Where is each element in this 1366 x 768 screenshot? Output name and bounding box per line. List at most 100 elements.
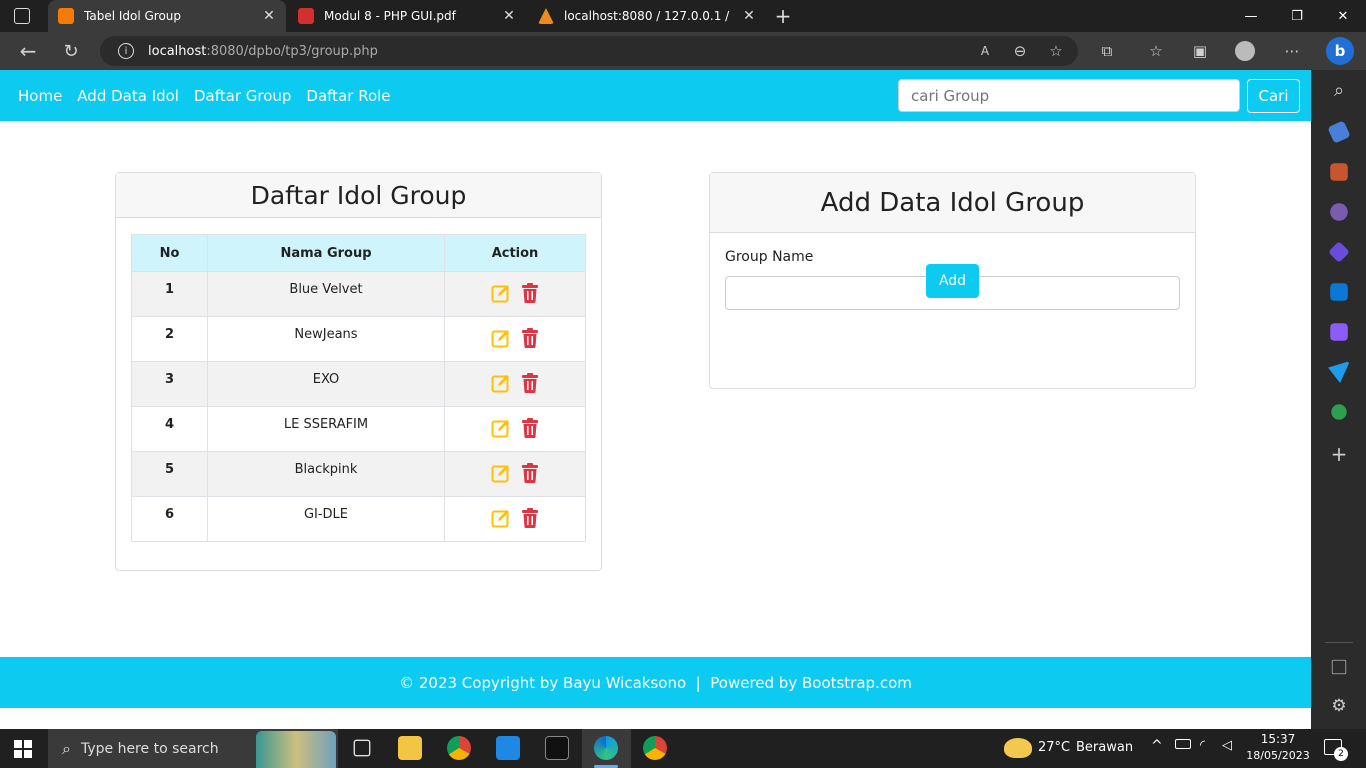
- group-name-label: Group Name: [725, 249, 814, 265]
- sidebar-settings-icon[interactable]: ⚙: [1328, 695, 1350, 717]
- taskbar-search-placeholder: Type here to search: [80, 740, 219, 757]
- start-button-icon[interactable]: [14, 740, 32, 758]
- delete-icon[interactable]: [521, 418, 539, 442]
- edit-icon[interactable]: [491, 328, 511, 352]
- tab-title: localhost:8080 / 127.0.0.1 / db_tp: [564, 9, 732, 23]
- sidebar-search-icon[interactable]: ⌕: [1328, 80, 1350, 102]
- refresh-icon[interactable]: ↻: [61, 41, 81, 62]
- sidebar-office-icon[interactable]: [1328, 241, 1350, 263]
- zoom-out-icon[interactable]: ⊖: [1010, 41, 1030, 61]
- search-input[interactable]: [898, 79, 1240, 112]
- delete-icon[interactable]: [521, 508, 539, 532]
- weather-temperature[interactable]: 27°C: [1038, 740, 1070, 755]
- notification-badge: 2: [1334, 747, 1348, 761]
- sidebar-tree-icon[interactable]: [1331, 404, 1347, 420]
- sidebar-outlook-icon[interactable]: [1330, 283, 1348, 301]
- file-explorer-icon[interactable]: [398, 736, 422, 760]
- tab-phpmyadmin[interactable]: localhost:8080 / 127.0.0.1 / db_tp ✕: [528, 0, 766, 32]
- group-table: No Nama Group Action 1 Blue Velvet 2 NewJea…: [131, 234, 586, 542]
- chrome-profile-icon[interactable]: [643, 736, 667, 760]
- weather-icon[interactable]: [1004, 738, 1032, 758]
- tab-title: Modul 8 - PHP GUI.pdf: [324, 9, 456, 23]
- back-icon[interactable]: ←: [18, 39, 38, 63]
- restore-icon[interactable]: ❐: [1274, 0, 1320, 32]
- more-menu-icon[interactable]: ⋯: [1282, 41, 1302, 61]
- edit-icon[interactable]: [491, 463, 511, 487]
- search-button[interactable]: Cari: [1247, 79, 1300, 113]
- edit-icon[interactable]: [491, 373, 511, 397]
- sidebar-games-icon[interactable]: [1330, 203, 1348, 221]
- search-highlight-image: [256, 731, 336, 768]
- xampp-favicon-icon: [58, 8, 74, 24]
- column-header-nama-group: Nama Group: [207, 234, 445, 272]
- terminal-icon[interactable]: [545, 736, 569, 760]
- edit-icon[interactable]: [491, 283, 511, 307]
- browser-tab-bar: Tabel Idol Group ✕ Modul 8 - PHP GUI.pdf…: [0, 0, 1366, 32]
- tab-actions-icon[interactable]: [14, 8, 30, 24]
- table-row: 4 LE SSERAFIM: [131, 406, 586, 452]
- extensions-icon[interactable]: ⧉: [1097, 41, 1117, 61]
- sidebar-designer-icon[interactable]: [1330, 323, 1348, 341]
- favorites-icon[interactable]: ☆: [1146, 41, 1166, 61]
- delete-icon[interactable]: [521, 373, 539, 397]
- delete-icon[interactable]: [521, 463, 539, 487]
- cell-group-name: Blackpink: [207, 451, 445, 497]
- nav-link-daftar-role[interactable]: Daftar Role: [306, 87, 390, 105]
- sidebar-shopping-icon[interactable]: [1327, 120, 1351, 144]
- site-info-icon[interactable]: i: [118, 43, 134, 59]
- tab-tabel-idol-group[interactable]: Tabel Idol Group ✕: [48, 0, 286, 32]
- edge-icon[interactable]: [594, 736, 618, 760]
- edit-icon[interactable]: [491, 508, 511, 532]
- close-tab-icon[interactable]: ✕: [262, 8, 276, 24]
- sidebar-divider: [1325, 642, 1353, 643]
- url-path: :8080/dpbo/tp3/group.php: [206, 43, 378, 59]
- volume-icon[interactable]: ◁: [1222, 738, 1232, 753]
- add-favorite-icon[interactable]: ☆: [1046, 41, 1066, 61]
- cell-group-name: NewJeans: [207, 316, 445, 362]
- add-button[interactable]: Add: [926, 264, 979, 298]
- close-tab-icon[interactable]: ✕: [742, 8, 756, 24]
- nav-link-home[interactable]: Home: [18, 87, 62, 105]
- close-tab-icon[interactable]: ✕: [502, 8, 516, 24]
- battery-icon[interactable]: [1175, 739, 1191, 749]
- sidebar-add-icon[interactable]: +: [1328, 443, 1350, 465]
- profile-avatar[interactable]: [1235, 41, 1255, 61]
- table-row: 3 EXO: [131, 361, 586, 407]
- minimize-icon[interactable]: —: [1228, 0, 1274, 32]
- cell-no: 6: [131, 496, 208, 542]
- clock-date[interactable]: 18/05/2023: [1244, 749, 1312, 762]
- cell-action: [444, 451, 586, 497]
- tab-modul-pdf[interactable]: Modul 8 - PHP GUI.pdf ✕: [288, 0, 526, 32]
- form-card-title: Add Data Idol Group: [710, 173, 1195, 233]
- chrome-icon[interactable]: [447, 736, 471, 760]
- weather-condition[interactable]: Berawan: [1076, 740, 1133, 755]
- read-aloud-icon[interactable]: A: [975, 41, 995, 61]
- url-bar[interactable]: i localhost:8080/dpbo/tp3/group.php: [100, 36, 1078, 66]
- table-row: 5 Blackpink: [131, 451, 586, 497]
- delete-icon[interactable]: [521, 283, 539, 307]
- url-host: localhost: [148, 43, 207, 59]
- sidebar-hide-icon[interactable]: [1331, 659, 1347, 675]
- cell-group-name: LE SSERAFIM: [207, 406, 445, 452]
- window-close-icon[interactable]: ✕: [1320, 0, 1366, 32]
- nav-link-add-data-idol[interactable]: Add Data Idol: [77, 87, 179, 105]
- collections-icon[interactable]: ▣: [1190, 41, 1210, 61]
- windows-taskbar: ⌕ Type here to search 27°C Berawan ^ ◜ ◁…: [0, 729, 1366, 768]
- clock-time[interactable]: 15:37: [1249, 732, 1307, 746]
- task-view-icon[interactable]: [353, 739, 371, 757]
- sidebar-send-icon[interactable]: [1328, 361, 1350, 383]
- edit-icon[interactable]: [491, 418, 511, 442]
- hidden-icons-chevron-icon[interactable]: ^: [1151, 738, 1163, 754]
- phpmyadmin-favicon-icon: [538, 8, 554, 24]
- cell-no: 3: [131, 361, 208, 407]
- nav-link-daftar-group[interactable]: Daftar Group: [194, 87, 291, 105]
- delete-icon[interactable]: [521, 328, 539, 352]
- new-tab-icon[interactable]: +: [772, 4, 794, 28]
- sidebar-tools-icon[interactable]: [1330, 163, 1348, 181]
- footer-text: © 2023 Copyright by Bayu Wicaksono | Pow…: [399, 673, 912, 692]
- taskbar-search-icon: ⌕: [62, 738, 71, 758]
- wifi-icon[interactable]: ◜: [1200, 738, 1205, 753]
- bing-chat-icon[interactable]: b: [1326, 37, 1354, 65]
- vscode-icon[interactable]: [496, 736, 520, 760]
- cell-no: 2: [131, 316, 208, 362]
